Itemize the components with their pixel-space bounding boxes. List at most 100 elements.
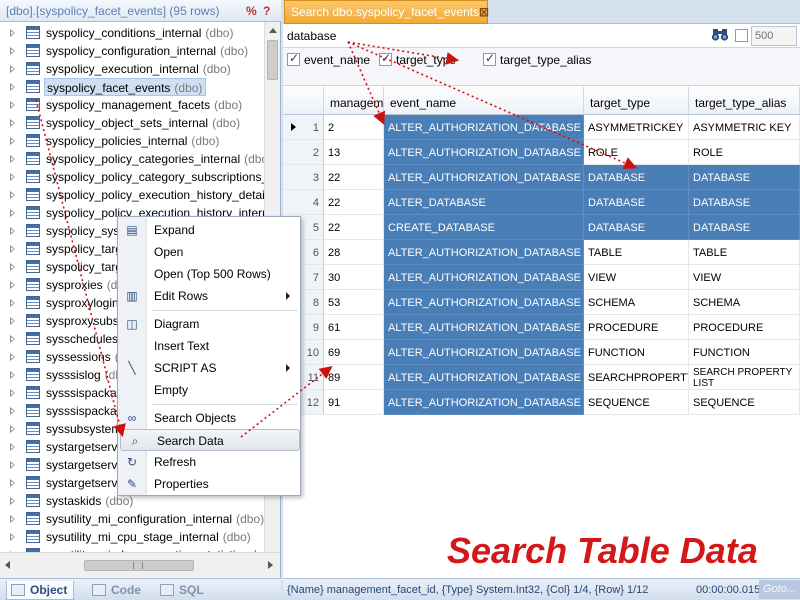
column-header[interactable]: event_name bbox=[384, 87, 584, 115]
cell-target-type[interactable]: DATABASE bbox=[584, 190, 689, 215]
tab-object[interactable]: Object bbox=[6, 581, 75, 600]
tree-item[interactable]: syspolicy_object_sets_internal (dbo) bbox=[0, 114, 264, 132]
close-tab-icon[interactable]: ⊠ bbox=[479, 5, 489, 19]
tab-search-document[interactable]: Search dbo.syspolicy_facet_events bbox=[284, 0, 489, 24]
expand-arrow-icon[interactable] bbox=[10, 335, 15, 343]
expand-arrow-icon[interactable] bbox=[10, 209, 15, 217]
expand-arrow-icon[interactable] bbox=[10, 497, 15, 505]
cell-target-type-alias[interactable]: VIEW bbox=[689, 265, 800, 290]
cell-event-name[interactable]: ALTER_AUTHORIZATION_DATABASE bbox=[384, 340, 584, 365]
cell-target-type[interactable]: SCHEMA bbox=[584, 290, 689, 315]
tree-item[interactable]: syspolicy_policy_category_subscriptions_… bbox=[0, 168, 264, 186]
expand-arrow-icon[interactable] bbox=[10, 263, 15, 271]
binoculars-icon[interactable] bbox=[711, 28, 729, 45]
cell-managem[interactable]: 89 bbox=[324, 365, 384, 390]
tree-item[interactable]: syspolicy_facet_events (dbo) bbox=[0, 78, 264, 96]
table-row[interactable]: 3 22 ALTER_AUTHORIZATION_DATABASE DATABASE D… bbox=[283, 165, 800, 190]
checkbox[interactable] bbox=[287, 51, 300, 66]
tree-item[interactable]: syspolicy_management_facets (dbo) bbox=[0, 96, 264, 114]
row-limit-checkbox[interactable] bbox=[735, 29, 748, 42]
tree-item[interactable]: sysutility_mi_cpu_stage_internal (dbo) bbox=[0, 528, 264, 546]
cell-event-name[interactable]: ALTER_DATABASE bbox=[384, 190, 584, 215]
cell-managem[interactable]: 13 bbox=[324, 140, 384, 165]
cell-target-type-alias[interactable]: DATABASE bbox=[689, 165, 800, 190]
expand-arrow-icon[interactable] bbox=[10, 191, 15, 199]
cell-target-type-alias[interactable]: PROCEDURE bbox=[689, 315, 800, 340]
cell-managem[interactable]: 30 bbox=[324, 265, 384, 290]
cell-event-name[interactable]: ALTER_AUTHORIZATION_DATABASE bbox=[384, 290, 584, 315]
cell-target-type-alias[interactable]: SEQUENCE bbox=[689, 390, 800, 415]
cell-target-type[interactable]: DATABASE bbox=[584, 165, 689, 190]
cell-target-type[interactable]: ASYMMETRICKEY bbox=[584, 115, 689, 140]
cell-target-type-alias[interactable]: ASYMMETRIC KEY bbox=[689, 115, 800, 140]
table-row[interactable]: 12 91 ALTER_AUTHORIZATION_DATABASE SEQUENCE… bbox=[283, 390, 800, 415]
tree-item[interactable]: syspolicy_conditions_internal (dbo) bbox=[0, 24, 264, 42]
table-row[interactable]: 5 22 CREATE_DATABASE DATABASE DATABASE bbox=[283, 215, 800, 240]
tree-item[interactable]: syspolicy_execution_internal (dbo) bbox=[0, 60, 264, 78]
row-number[interactable]: 4 bbox=[283, 190, 324, 215]
expand-arrow-icon[interactable] bbox=[10, 137, 15, 145]
cell-managem[interactable]: 53 bbox=[324, 290, 384, 315]
cell-managem[interactable]: 22 bbox=[324, 190, 384, 215]
column-header[interactable]: target_type bbox=[584, 87, 689, 115]
expand-arrow-icon[interactable] bbox=[10, 515, 15, 523]
expand-arrow-icon[interactable] bbox=[10, 299, 15, 307]
scroll-right-icon[interactable] bbox=[268, 561, 273, 569]
menu-item-open[interactable]: Open bbox=[118, 241, 300, 263]
tab-code[interactable]: Code bbox=[88, 581, 147, 600]
row-limit-input[interactable] bbox=[751, 26, 797, 46]
column-header[interactable]: target_type_alias bbox=[689, 87, 800, 115]
cell-target-type-alias[interactable]: TABLE bbox=[689, 240, 800, 265]
cell-managem[interactable]: 22 bbox=[324, 165, 384, 190]
column-header[interactable]: managem bbox=[324, 87, 384, 115]
row-number[interactable]: 2 bbox=[283, 140, 324, 165]
cell-event-name[interactable]: CREATE_DATABASE bbox=[384, 215, 584, 240]
tree-item[interactable]: sysutility_mi_configuration_internal (dbo… bbox=[0, 510, 264, 528]
cell-target-type[interactable]: PROCEDURE bbox=[584, 315, 689, 340]
table-row[interactable]: 2 13 ALTER_AUTHORIZATION_DATABASE ROLE ROLE bbox=[283, 140, 800, 165]
column-filter-target-type-alias[interactable]: target_type_alias bbox=[483, 51, 603, 68]
table-row[interactable]: 9 61 ALTER_AUTHORIZATION_DATABASE PROCEDURE… bbox=[283, 315, 800, 340]
expand-arrow-icon[interactable] bbox=[10, 227, 15, 235]
table-row[interactable]: 4 22 ALTER_DATABASE DATABASE DATABASE bbox=[283, 190, 800, 215]
goto-button[interactable]: Goto... bbox=[759, 580, 800, 599]
search-input[interactable] bbox=[287, 27, 707, 45]
cell-managem[interactable]: 61 bbox=[324, 315, 384, 340]
cell-managem[interactable]: 69 bbox=[324, 340, 384, 365]
cell-event-name[interactable]: ALTER_AUTHORIZATION_DATABASE bbox=[384, 240, 584, 265]
menu-item-search-objects[interactable]: ∞ Search Objects bbox=[118, 407, 300, 429]
expand-arrow-icon[interactable] bbox=[10, 425, 15, 433]
tree-item[interactable]: syspolicy_configuration_internal (dbo) bbox=[0, 42, 264, 60]
cell-event-name[interactable]: ALTER_AUTHORIZATION_DATABASE bbox=[384, 265, 584, 290]
table-row[interactable]: 6 28 ALTER_AUTHORIZATION_DATABASE TABLE TABL… bbox=[283, 240, 800, 265]
expand-arrow-icon[interactable] bbox=[10, 29, 15, 37]
help-button[interactable]: ? bbox=[263, 4, 270, 18]
tree-item[interactable]: syspolicy_policy_categories_internal(dbo… bbox=[0, 150, 264, 168]
expand-arrow-icon[interactable] bbox=[10, 443, 15, 451]
cell-target-type[interactable]: FUNCTION bbox=[584, 340, 689, 365]
scroll-up-icon[interactable] bbox=[269, 28, 277, 33]
expand-arrow-icon[interactable] bbox=[10, 101, 15, 109]
cell-target-type-alias[interactable]: ROLE bbox=[689, 140, 800, 165]
table-row[interactable]: 11 89 ALTER_AUTHORIZATION_DATABASE SEARCHPR… bbox=[283, 365, 800, 390]
cell-target-type-alias[interactable]: SCHEMA bbox=[689, 290, 800, 315]
scroll-left-icon[interactable] bbox=[5, 561, 10, 569]
cell-managem[interactable]: 91 bbox=[324, 390, 384, 415]
menu-item-diagram[interactable]: ◫ Diagram bbox=[118, 313, 300, 335]
expand-arrow-icon[interactable] bbox=[10, 533, 15, 541]
menu-item-search-data[interactable]: ⌕ Search Data bbox=[120, 429, 300, 451]
cell-target-type-alias[interactable]: SEARCH PROPERTY LIST bbox=[689, 365, 800, 390]
cell-managem[interactable]: 2 bbox=[324, 115, 384, 140]
tree-item[interactable]: syspolicy_policies_internal (dbo) bbox=[0, 132, 264, 150]
scroll-thumb[interactable] bbox=[267, 40, 278, 80]
column-filter-target-type[interactable]: target_type bbox=[379, 51, 499, 68]
table-row[interactable]: 8 53 ALTER_AUTHORIZATION_DATABASE SCHEMA SCH… bbox=[283, 290, 800, 315]
menu-item-script-as[interactable]: ╲ SCRIPT AS bbox=[118, 357, 300, 379]
menu-item-insert-text[interactable]: Insert Text bbox=[118, 335, 300, 357]
expand-arrow-icon[interactable] bbox=[10, 389, 15, 397]
menu-item-expand[interactable]: ▤ Expand bbox=[118, 219, 300, 241]
cell-target-type[interactable]: TABLE bbox=[584, 240, 689, 265]
cell-target-type[interactable]: DATABASE bbox=[584, 215, 689, 240]
expand-arrow-icon[interactable] bbox=[10, 83, 15, 91]
horizontal-scrollbar[interactable] bbox=[0, 552, 280, 578]
